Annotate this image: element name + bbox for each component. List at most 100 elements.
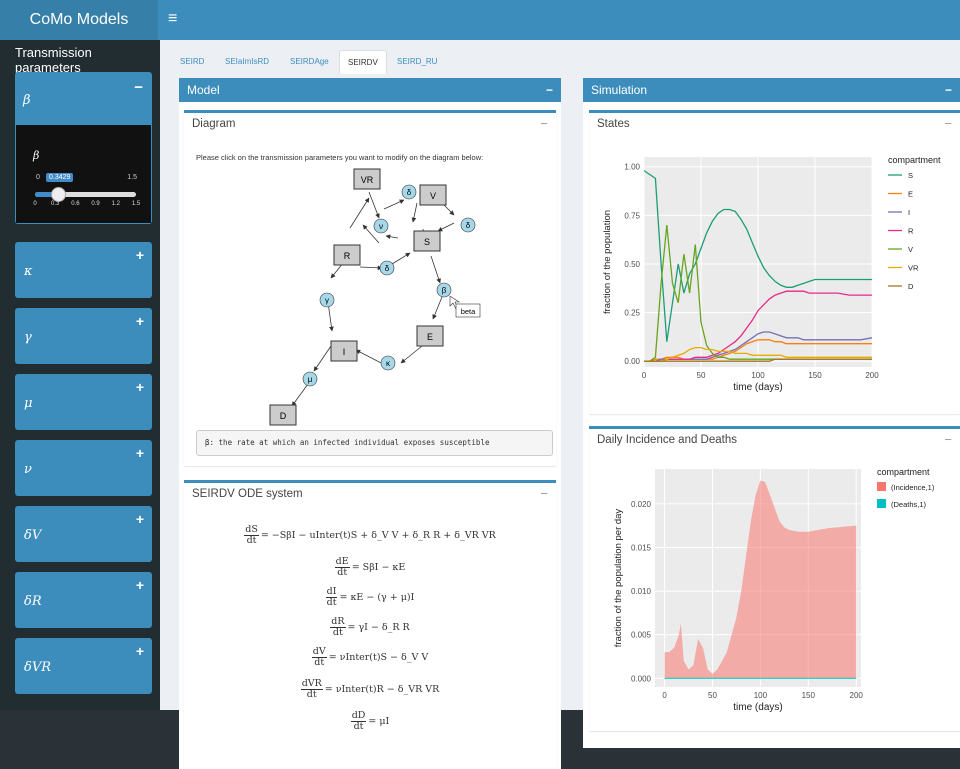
legend-key	[877, 499, 886, 508]
param-beta-node[interactable]: β	[436, 282, 452, 298]
param-mu-symbol: μ	[24, 396, 33, 411]
equation-denominator: dt	[337, 567, 348, 578]
x-tick-label: 0	[642, 371, 647, 380]
ode-equation: dD dt = μI	[184, 711, 556, 732]
expand-icon[interactable]: +	[136, 511, 144, 527]
diagram-node-d: D	[269, 404, 297, 426]
slider-tick-label: 0	[33, 201, 37, 207]
param-delta-v-node[interactable]: δ	[460, 217, 476, 233]
param-delta-r-node[interactable]: δ	[379, 260, 395, 276]
x-tick-label: 200	[865, 371, 879, 380]
param-beta-panel: β − β 0 1.5 0.3429 0 0.3 0.6 0.9 1.2 1.5	[15, 72, 152, 224]
y-tick-label: 0.015	[631, 543, 652, 552]
param-mu-panel[interactable]: μ +	[15, 374, 152, 430]
slider-tick-label: 0.6	[71, 201, 80, 207]
svg-text:D: D	[280, 411, 287, 421]
y-tick-label: 0.005	[631, 631, 652, 640]
param-delta-r-panel[interactable]: δR +	[15, 572, 152, 628]
svg-text:VR: VR	[361, 175, 374, 185]
y-tick-label: 0.50	[624, 260, 640, 269]
tab-seird[interactable]: SEIRD	[172, 50, 212, 74]
svg-text:μ: μ	[308, 375, 313, 384]
svg-text:β: β	[442, 286, 447, 295]
slider-handle[interactable]	[51, 187, 67, 202]
param-gamma-node[interactable]: γ	[319, 292, 335, 308]
legend-title: compartment	[888, 155, 941, 165]
svg-text:beta: beta	[461, 307, 476, 316]
y-tick-label: 0.020	[631, 500, 652, 509]
param-delta-vr-panel[interactable]: δVR +	[15, 638, 152, 694]
slider-max-label: 1.5	[127, 174, 137, 181]
x-tick-label: 100	[751, 371, 765, 380]
legend-label: R	[908, 227, 914, 236]
app-logo[interactable]: CoMo Models	[0, 0, 158, 40]
param-delta-vr-node[interactable]: δ	[401, 184, 417, 200]
states-chart: 0.00 0.25 0.50 0.75 1.00 0 50 100 150 200 time (da…	[602, 155, 941, 393]
expand-icon[interactable]: +	[136, 445, 144, 461]
ode-equation: dI dt = κE − (γ + μ)I	[184, 587, 556, 608]
equation-rhs: = SβI − κE	[351, 562, 406, 573]
svg-text:E: E	[427, 332, 433, 342]
param-beta-header[interactable]: β −	[16, 73, 151, 125]
param-beta-symbol: β	[23, 93, 31, 108]
slider-ticks: 0 0.3 0.6 0.9 1.2 1.5	[29, 201, 141, 209]
svg-text:δ: δ	[385, 264, 390, 273]
tooltip-beta: beta	[455, 303, 481, 318]
ode-equation: dVR dt = νInter(t)R − δ_VR VR	[184, 679, 556, 700]
model-box: Model − Diagram − Please click on the tr…	[179, 78, 561, 769]
equation-rhs: = νInter(t)R − δ_VR VR	[324, 684, 440, 695]
collapse-icon[interactable]: −	[944, 432, 952, 447]
x-axis-label: time (days)	[733, 702, 782, 713]
legend-label: (Deaths,1)	[891, 500, 927, 509]
collapse-icon[interactable]: −	[546, 78, 553, 102]
equation-denominator: dt	[306, 689, 317, 700]
legend-label: D	[908, 282, 914, 291]
expand-icon[interactable]: +	[136, 313, 144, 329]
collapse-icon[interactable]: −	[540, 486, 548, 501]
diagram-node-s: S	[413, 230, 441, 252]
param-delta-r-symbol: δR	[24, 594, 42, 609]
param-nu-panel[interactable]: ν +	[15, 440, 152, 496]
legend-label: I	[908, 208, 910, 217]
param-kappa-node[interactable]: κ	[380, 355, 396, 371]
equation-denominator: dt	[246, 535, 257, 546]
tab-seirdage[interactable]: SEIRDAge	[282, 50, 337, 74]
expand-icon[interactable]: +	[136, 247, 144, 263]
ode-equation: dR dt = γI − δ_R R	[184, 617, 556, 638]
param-kappa-panel[interactable]: κ +	[15, 242, 152, 298]
beta-slider[interactable]	[35, 187, 136, 202]
diagram-panel: Diagram − Please click on the transmissi…	[184, 110, 556, 466]
expand-icon[interactable]: +	[136, 577, 144, 593]
states-panel: States − 0.00 0.25 0.50 0.75 1.00 0 50 100 150 20…	[589, 110, 960, 414]
model-box-title: Model	[187, 83, 220, 97]
tab-seiaimisrd[interactable]: SEIaImIsRD	[217, 50, 277, 74]
hamburger-icon[interactable]: ≡	[168, 10, 177, 28]
x-axis-label: time (days)	[733, 382, 782, 393]
legend-label: V	[908, 245, 913, 254]
equation-rhs: = κE − (γ + μ)I	[339, 592, 415, 603]
equation-rhs: = γI − δ_R R	[347, 622, 410, 633]
param-nu-node[interactable]: ν	[373, 218, 389, 234]
diagram-node-i: I	[330, 340, 358, 362]
model-box-header: Model −	[179, 78, 561, 102]
svg-text:I: I	[343, 347, 346, 357]
param-delta-v-panel[interactable]: δV +	[15, 506, 152, 562]
collapse-icon[interactable]: −	[944, 116, 952, 131]
param-mu-node[interactable]: μ	[302, 371, 318, 387]
expand-icon[interactable]: +	[136, 643, 144, 659]
param-gamma-symbol: γ	[24, 330, 32, 345]
y-tick-label: 0.000	[631, 674, 652, 683]
expand-icon[interactable]: +	[136, 379, 144, 395]
slider-tick-label: 1.5	[131, 201, 141, 207]
tab-seird_ru[interactable]: SEIRD_RU	[389, 50, 445, 74]
collapse-icon[interactable]: −	[945, 78, 952, 102]
incidence-panel: Daily Incidence and Deaths − 0.000 0.005 0…	[589, 426, 960, 731]
y-axis-label: fraction of the population	[602, 210, 613, 314]
x-tick-label: 150	[802, 691, 816, 700]
ode-equation: dV dt = νInter(t)S − δ_V V	[184, 647, 556, 668]
tab-seirdv[interactable]: SEIRDV	[339, 50, 387, 74]
ode-panel: SEIRDV ODE system − dS dt = −SβI − uInter(…	[184, 480, 556, 769]
param-gamma-panel[interactable]: γ +	[15, 308, 152, 364]
slider-tick-label: 0.3	[51, 201, 60, 207]
collapse-icon[interactable]: −	[134, 79, 143, 96]
